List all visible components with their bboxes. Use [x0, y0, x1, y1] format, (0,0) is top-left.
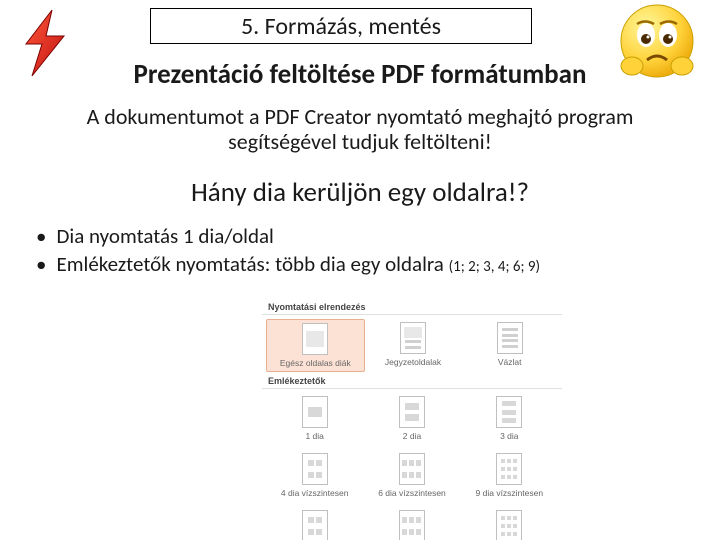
option-label: 4 dia vízszintesen	[281, 488, 349, 498]
option-label: 6 dia vízszintesen	[378, 488, 446, 498]
handout-option-2[interactable]: 2 dia	[363, 393, 460, 444]
handout-row: 1 dia 2 dia 3 dia	[262, 389, 562, 446]
handout-option-9v[interactable]: 9 dia függőlegesen	[461, 507, 558, 540]
bullet-text: Dia nyomtatás 1 dia/oldal	[56, 222, 273, 250]
handout-option-6v[interactable]: 6 dia függőlegesen	[363, 507, 460, 540]
panel-section-title: Emlékeztetők	[262, 374, 562, 389]
option-label: Vázlat	[498, 357, 522, 367]
slide: 5. Formázás, mentés Prezentáció feltölté…	[0, 0, 720, 540]
option-label: 1 dia	[305, 431, 323, 441]
handout-option-4v[interactable]: 4 dia függőlegesen	[266, 507, 363, 540]
handout-option-1[interactable]: 1 dia	[266, 393, 363, 444]
bullet-dot-icon: •	[36, 222, 46, 250]
option-label: 2 dia	[403, 431, 421, 441]
thumb-icon	[399, 510, 425, 540]
bullet-item: • Dia nyomtatás 1 dia/oldal	[32, 222, 692, 250]
thumb-icon	[496, 453, 522, 485]
layout-option-full-slides[interactable]: Egész oldalas diák	[266, 319, 365, 372]
thumb-icon	[302, 453, 328, 485]
thumb-icon	[302, 510, 328, 540]
thumb-icon	[496, 396, 522, 428]
handout-row: 4 dia függőlegesen 6 dia függőlegesen 9 …	[262, 503, 562, 540]
thumb-icon	[399, 453, 425, 485]
handout-option-4h[interactable]: 4 dia vízszintesen	[266, 450, 363, 501]
bullet-list: • Dia nyomtatás 1 dia/oldal • Emlékeztet…	[32, 222, 692, 279]
layout-row: Egész oldalas diák Jegyzetoldalak Vázlat	[262, 315, 562, 374]
option-label: 3 dia	[500, 431, 518, 441]
handout-row: 4 dia vízszintesen 6 dia vízszintesen 9 …	[262, 446, 562, 503]
question: Hány dia kerüljön egy oldalra!?	[0, 176, 720, 209]
bullet-item: • Emlékeztetők nyomtatás: több dia egy o…	[32, 250, 692, 278]
paragraph: A dokumentumot a PDF Creator nyomtató me…	[30, 104, 690, 155]
layout-option-notes[interactable]: Jegyzetoldalak	[365, 319, 462, 372]
print-layout-panel: Nyomtatási elrendezés Egész oldalas diák…	[262, 300, 562, 534]
thumb-icon	[496, 510, 522, 540]
handout-option-6h[interactable]: 6 dia vízszintesen	[363, 450, 460, 501]
handout-option-3[interactable]: 3 dia	[461, 393, 558, 444]
thumb-icon	[302, 396, 328, 428]
thumb-icon	[302, 323, 328, 355]
option-label: Egész oldalas diák	[280, 358, 351, 368]
panel-section-title: Nyomtatási elrendezés	[262, 300, 562, 315]
subtitle: Prezentáció feltöltése PDF formátumban	[0, 58, 720, 91]
option-label: 9 dia vízszintesen	[476, 488, 544, 498]
bullet-dot-icon: •	[36, 250, 46, 278]
bullet-text: Emlékeztetők nyomtatás: több dia egy old…	[56, 250, 540, 278]
thumb-icon	[497, 322, 523, 354]
thumb-icon	[400, 322, 426, 354]
layout-option-outline[interactable]: Vázlat	[461, 319, 558, 372]
option-label: Jegyzetoldalak	[385, 357, 441, 367]
thumb-icon	[399, 396, 425, 428]
handout-option-9h[interactable]: 9 dia vízszintesen	[461, 450, 558, 501]
title-text: 5. Formázás, mentés	[241, 12, 441, 41]
title-box: 5. Formázás, mentés	[150, 8, 532, 44]
